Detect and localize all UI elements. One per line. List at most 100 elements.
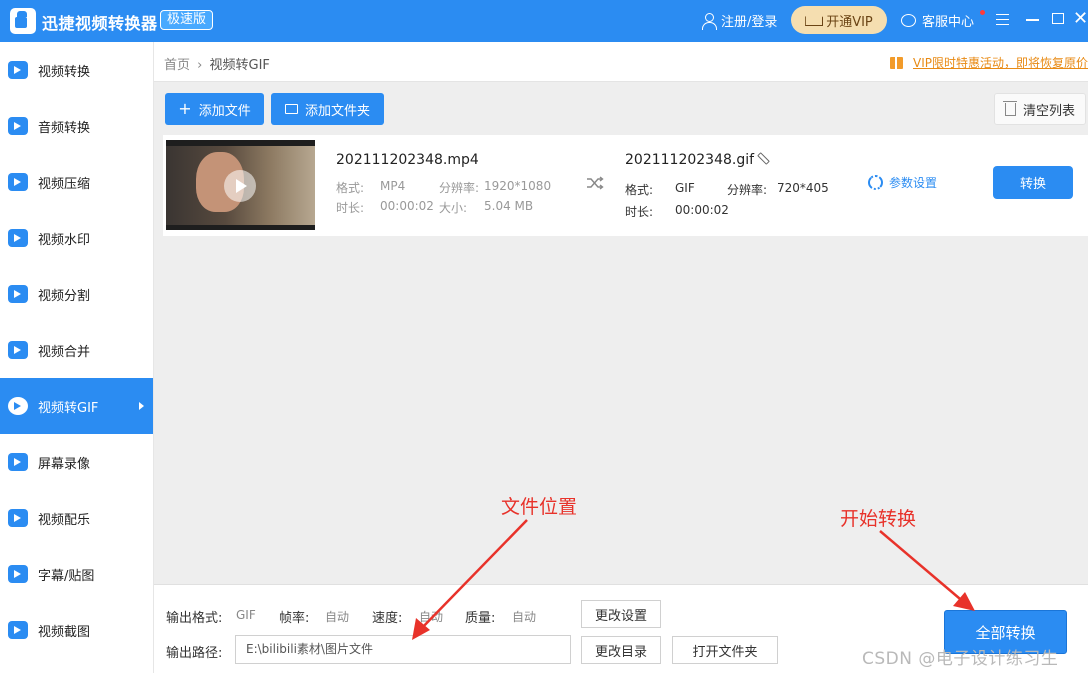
change-dir-button[interactable]: 更改目录: [581, 636, 661, 664]
close-icon[interactable]: ✕: [1073, 10, 1088, 28]
sidebar-item-video-compress[interactable]: 视频压缩: [0, 154, 153, 210]
video-thumbnail[interactable]: [166, 140, 315, 230]
video-compress-icon: [8, 173, 28, 191]
gear-icon: [868, 175, 883, 190]
shuffle-icon: [587, 176, 604, 190]
speed-value: 自动: [419, 610, 444, 624]
fps-label: 帧率:: [279, 611, 310, 626]
notification-dot: [980, 10, 985, 15]
output-duration-label: 时长:: [625, 205, 654, 219]
output-file-name: 202111202348.gif: [625, 152, 755, 168]
screen-record-icon: [8, 453, 28, 471]
breadcrumb-current: 视频转GIF: [209, 58, 270, 73]
add-folder-label: 添加文件夹: [304, 103, 370, 119]
output-format-label: 格式:: [625, 183, 654, 197]
edit-name-icon[interactable]: [757, 152, 770, 165]
source-resolution-value: 1920*1080: [484, 179, 552, 193]
gift-icon: [890, 56, 903, 69]
output-path-label: 输出路径:: [166, 646, 223, 661]
breadcrumb-home[interactable]: 首页: [164, 58, 190, 73]
sidebar-item-merge[interactable]: 视频合并: [0, 322, 153, 378]
output-format-value: GIF: [236, 608, 256, 622]
source-duration-label: 时长:: [336, 201, 365, 215]
trash-icon: [1002, 100, 1017, 116]
crown-icon: [805, 14, 821, 26]
params-settings-button[interactable]: 参数设置: [868, 174, 937, 191]
watermark-icon: [8, 229, 28, 247]
maximize-icon[interactable]: [1052, 13, 1064, 24]
service-button[interactable]: 客服中心: [901, 11, 974, 30]
add-file-button[interactable]: + 添加文件: [165, 93, 264, 125]
sidebar-item-label: 屏幕录像: [38, 456, 91, 472]
sidebar-item-screenshot[interactable]: 视频截图: [0, 602, 153, 658]
promo-text: VIP限时特惠活动，即将恢复原价: [913, 56, 1088, 70]
chat-icon: [901, 14, 916, 27]
login-label: 注册/登录: [721, 15, 778, 30]
title-bar: 迅捷视频转换器 极速版 注册/登录 开通VIP 客服中心 ✕: [0, 0, 1088, 42]
plus-icon: +: [178, 99, 192, 118]
vip-label: 开通VIP: [826, 14, 873, 30]
login-button[interactable]: 注册/登录: [702, 11, 777, 30]
sidebar-item-audio-convert[interactable]: 音频转换: [0, 98, 153, 154]
audio-convert-icon: [8, 117, 28, 135]
edition-badge: 极速版: [160, 10, 214, 30]
output-resolution-value: 720*405: [777, 181, 829, 195]
sidebar-item-label: 视频水印: [38, 232, 91, 248]
add-file-label: 添加文件: [198, 103, 251, 119]
fps-value: 自动: [325, 610, 350, 624]
video-convert-icon: [8, 61, 28, 79]
speed-label: 速度:: [372, 611, 403, 626]
source-resolution-label: 分辨率:: [439, 181, 480, 195]
source-format-value: MP4: [380, 179, 406, 193]
sidebar-item-music[interactable]: 视频配乐: [0, 490, 153, 546]
sidebar-item-label: 视频转GIF: [38, 400, 99, 416]
source-duration-value: 00:00:02: [380, 199, 434, 213]
source-format-label: 格式:: [336, 181, 365, 195]
user-icon: [702, 12, 717, 30]
sidebar-item-video-convert[interactable]: 视频转换: [0, 42, 153, 98]
sidebar-item-subtitle[interactable]: 字幕/贴图: [0, 546, 153, 602]
sidebar-item-screen-record[interactable]: 屏幕录像: [0, 434, 153, 490]
vip-button[interactable]: 开通VIP: [791, 6, 887, 34]
open-folder-button[interactable]: 打开文件夹: [672, 636, 778, 664]
quality-label: 质量:: [465, 611, 496, 626]
change-settings-button[interactable]: 更改设置: [581, 600, 661, 628]
minimize-icon[interactable]: [1026, 19, 1039, 21]
sidebar-item-label: 字幕/贴图: [38, 568, 95, 584]
promo-link[interactable]: VIP限时特惠活动，即将恢复原价: [890, 54, 1088, 71]
service-label: 客服中心: [922, 15, 975, 30]
screenshot-icon: [8, 621, 28, 639]
sidebar-item-label: 视频合并: [38, 344, 91, 360]
output-format-label: 输出格式:: [166, 611, 223, 626]
chevron-right-icon: [139, 402, 144, 410]
breadcrumb-bar: 首页 › 视频转GIF VIP限时特惠活动，即将恢复原价: [154, 42, 1088, 82]
folder-icon: [284, 104, 298, 114]
play-icon[interactable]: [224, 170, 256, 202]
source-file-name: 202111202348.mp4: [336, 152, 479, 168]
annotation-start-convert: 开始转换: [840, 508, 917, 530]
output-path-field[interactable]: E:\bilibili素材\图片文件: [235, 635, 571, 664]
sidebar-item-label: 视频压缩: [38, 176, 91, 192]
main-panel: 首页 › 视频转GIF VIP限时特惠活动，即将恢复原价 + 添加文件 添加文件…: [154, 42, 1088, 673]
output-format-value: GIF: [675, 181, 695, 195]
clear-list-button[interactable]: 清空列表: [994, 93, 1086, 125]
sidebar-item-label: 视频转换: [38, 64, 91, 80]
app-title: 迅捷视频转换器: [42, 14, 158, 33]
output-duration-value: 00:00:02: [675, 203, 729, 217]
sidebar-item-split[interactable]: 视频分割: [0, 266, 153, 322]
sidebar-item-watermark[interactable]: 视频水印: [0, 210, 153, 266]
gif-icon: [8, 397, 28, 415]
menu-icon[interactable]: [996, 14, 1009, 25]
breadcrumb: 首页 › 视频转GIF: [164, 54, 270, 73]
sidebar-item-label: 视频截图: [38, 624, 91, 640]
add-folder-button[interactable]: 添加文件夹: [271, 93, 384, 125]
music-icon: [8, 509, 28, 527]
breadcrumb-separator: ›: [197, 58, 203, 73]
clear-list-label: 清空列表: [1022, 103, 1075, 119]
sidebar-item-gif[interactable]: 视频转GIF: [0, 378, 153, 434]
convert-button[interactable]: 转换: [993, 166, 1073, 199]
watermark: CSDN @电子设计练习生: [862, 649, 1059, 669]
file-row: 202111202348.mp4 格式: MP4 分辨率: 1920*1080 …: [163, 135, 1088, 236]
sidebar-item-label: 音频转换: [38, 120, 91, 136]
output-resolution-label: 分辨率:: [727, 183, 768, 197]
